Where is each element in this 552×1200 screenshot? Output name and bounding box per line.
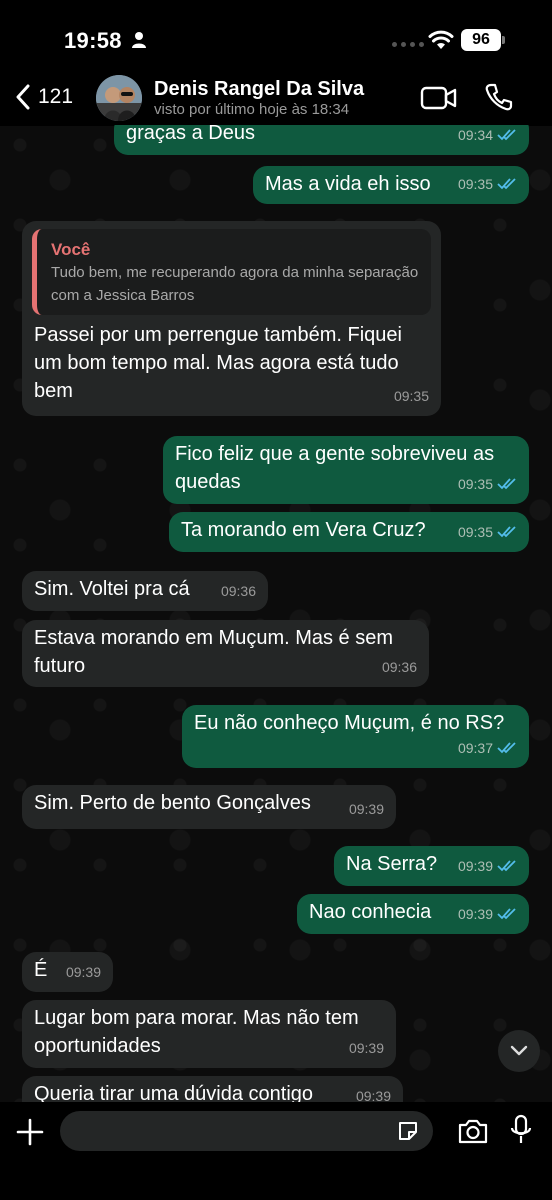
message-outgoing[interactable]: Fico feliz que a gente sobreviveu as que… xyxy=(163,436,529,504)
video-camera-icon[interactable] xyxy=(420,84,458,112)
message-meta: 09:35 xyxy=(394,382,429,410)
message-incoming[interactable]: Lugar bom para morar. Mas não tem oportu… xyxy=(22,1000,396,1068)
message-outgoing[interactable]: Ta morando em Vera Cruz? 09:35 xyxy=(169,512,529,552)
chevron-down-icon xyxy=(510,1045,528,1056)
message-time: 09:36 xyxy=(381,659,417,675)
unread-count: 121 xyxy=(38,85,74,108)
phone-icon[interactable] xyxy=(484,82,514,112)
contact-avatar[interactable] xyxy=(96,75,142,121)
double-check-icon xyxy=(497,129,516,141)
message-time: 09:35 xyxy=(457,176,493,192)
message-time: 09:35 xyxy=(393,388,429,404)
message-meta: 09:39 xyxy=(458,852,517,880)
message-text: Sim. Perto de bento Gonçalves xyxy=(34,792,311,814)
scroll-to-bottom-button[interactable] xyxy=(498,1030,540,1072)
message-time: 09:39 xyxy=(457,858,493,874)
double-check-icon xyxy=(497,908,516,920)
message-time: 09:39 xyxy=(348,801,384,817)
signal-dots-icon xyxy=(392,42,424,47)
status-time: 19:58 xyxy=(64,28,122,53)
chevron-left-icon xyxy=(16,84,30,110)
message-text: Queria tirar uma dúvida contigo xyxy=(34,1083,314,1102)
person-icon xyxy=(132,32,146,48)
message-time: 09:34 xyxy=(457,127,493,143)
message-meta: 09:36 xyxy=(382,653,417,681)
plus-icon[interactable] xyxy=(16,1118,44,1146)
message-text: Passei por um perrengue também. Fiquei u… xyxy=(34,324,402,402)
microphone-icon[interactable] xyxy=(510,1114,532,1146)
double-check-icon xyxy=(497,526,516,538)
message-outgoing[interactable]: Na Serra? 09:39 xyxy=(334,846,529,886)
message-time: 09:39 xyxy=(65,964,101,980)
double-check-icon xyxy=(497,478,516,490)
message-incoming-reply[interactable]: Você Tudo bem, me recuperando agora da m… xyxy=(22,221,441,416)
message-meta: 09:39 xyxy=(349,1034,384,1062)
message-meta: 09:35 xyxy=(458,470,517,498)
double-check-icon xyxy=(497,860,516,872)
message-meta: 09:39 xyxy=(66,958,101,986)
chat-header: 121 Denis Rangel Da Silva visto por últi… xyxy=(0,70,552,126)
double-check-icon xyxy=(497,178,516,190)
wifi-icon xyxy=(428,30,454,49)
message-time: 09:39 xyxy=(355,1088,391,1102)
message-incoming[interactable]: É 09:39 xyxy=(22,952,113,992)
sticker-icon[interactable] xyxy=(397,1120,419,1142)
message-time: 09:37 xyxy=(457,740,493,756)
quote-author: Você xyxy=(51,240,91,259)
message-list[interactable]: graças a Deus 09:34 Mas a vida eh isso 0… xyxy=(0,125,552,1102)
message-meta: 09:39 xyxy=(458,900,517,928)
message-outgoing[interactable]: Nao conhecia 09:39 xyxy=(297,894,529,934)
message-meta: 09:39 xyxy=(356,1082,391,1102)
message-meta: 09:37 xyxy=(458,734,517,762)
message-incoming[interactable]: Sim. Perto de bento Gonçalves 09:39 xyxy=(22,785,396,829)
message-outgoing[interactable]: Mas a vida eh isso 09:35 xyxy=(253,166,529,204)
message-time: 09:36 xyxy=(220,583,256,599)
message-text: Lugar bom para morar. Mas não tem oportu… xyxy=(34,1007,359,1057)
message-meta: 09:39 xyxy=(349,795,384,823)
quote-text: Tudo bem, me recuperando agora da minha … xyxy=(51,264,419,304)
contact-last-seen: visto por último hoje às 18:34 xyxy=(154,101,350,118)
message-input[interactable] xyxy=(60,1111,433,1151)
message-text: Eu não conheço Muçum, é no RS? xyxy=(194,712,505,734)
message-meta: 09:36 xyxy=(221,577,256,605)
battery-indicator: 96 xyxy=(461,29,505,51)
status-bar: 19:58 96 xyxy=(0,0,552,80)
message-incoming[interactable]: Sim. Voltei pra cá 09:36 xyxy=(22,571,268,611)
message-incoming[interactable]: Queria tirar uma dúvida contigo 09:39 xyxy=(22,1076,403,1102)
message-time: 09:39 xyxy=(348,1040,384,1056)
message-meta: 09:35 xyxy=(458,170,517,198)
double-check-icon xyxy=(497,742,516,754)
camera-icon[interactable] xyxy=(457,1117,489,1145)
message-meta: 09:35 xyxy=(458,518,517,546)
message-incoming[interactable]: Estava morando em Muçum. Mas é sem futur… xyxy=(22,620,429,687)
message-time: 09:35 xyxy=(457,476,493,492)
message-outgoing[interactable]: graças a Deus 09:34 xyxy=(114,125,529,155)
contact-name[interactable]: Denis Rangel Da Silva xyxy=(154,78,364,101)
back-button[interactable]: 121 xyxy=(14,84,73,110)
compose-bar xyxy=(0,1102,552,1200)
message-meta: 09:34 xyxy=(458,125,517,149)
message-outgoing[interactable]: Eu não conheço Muçum, é no RS? 09:37 xyxy=(182,705,529,768)
quoted-message[interactable]: Você Tudo bem, me recuperando agora da m… xyxy=(32,229,431,315)
message-text: Estava morando em Muçum. Mas é sem futur… xyxy=(34,627,394,677)
message-time: 09:39 xyxy=(457,906,493,922)
message-time: 09:35 xyxy=(457,524,493,540)
